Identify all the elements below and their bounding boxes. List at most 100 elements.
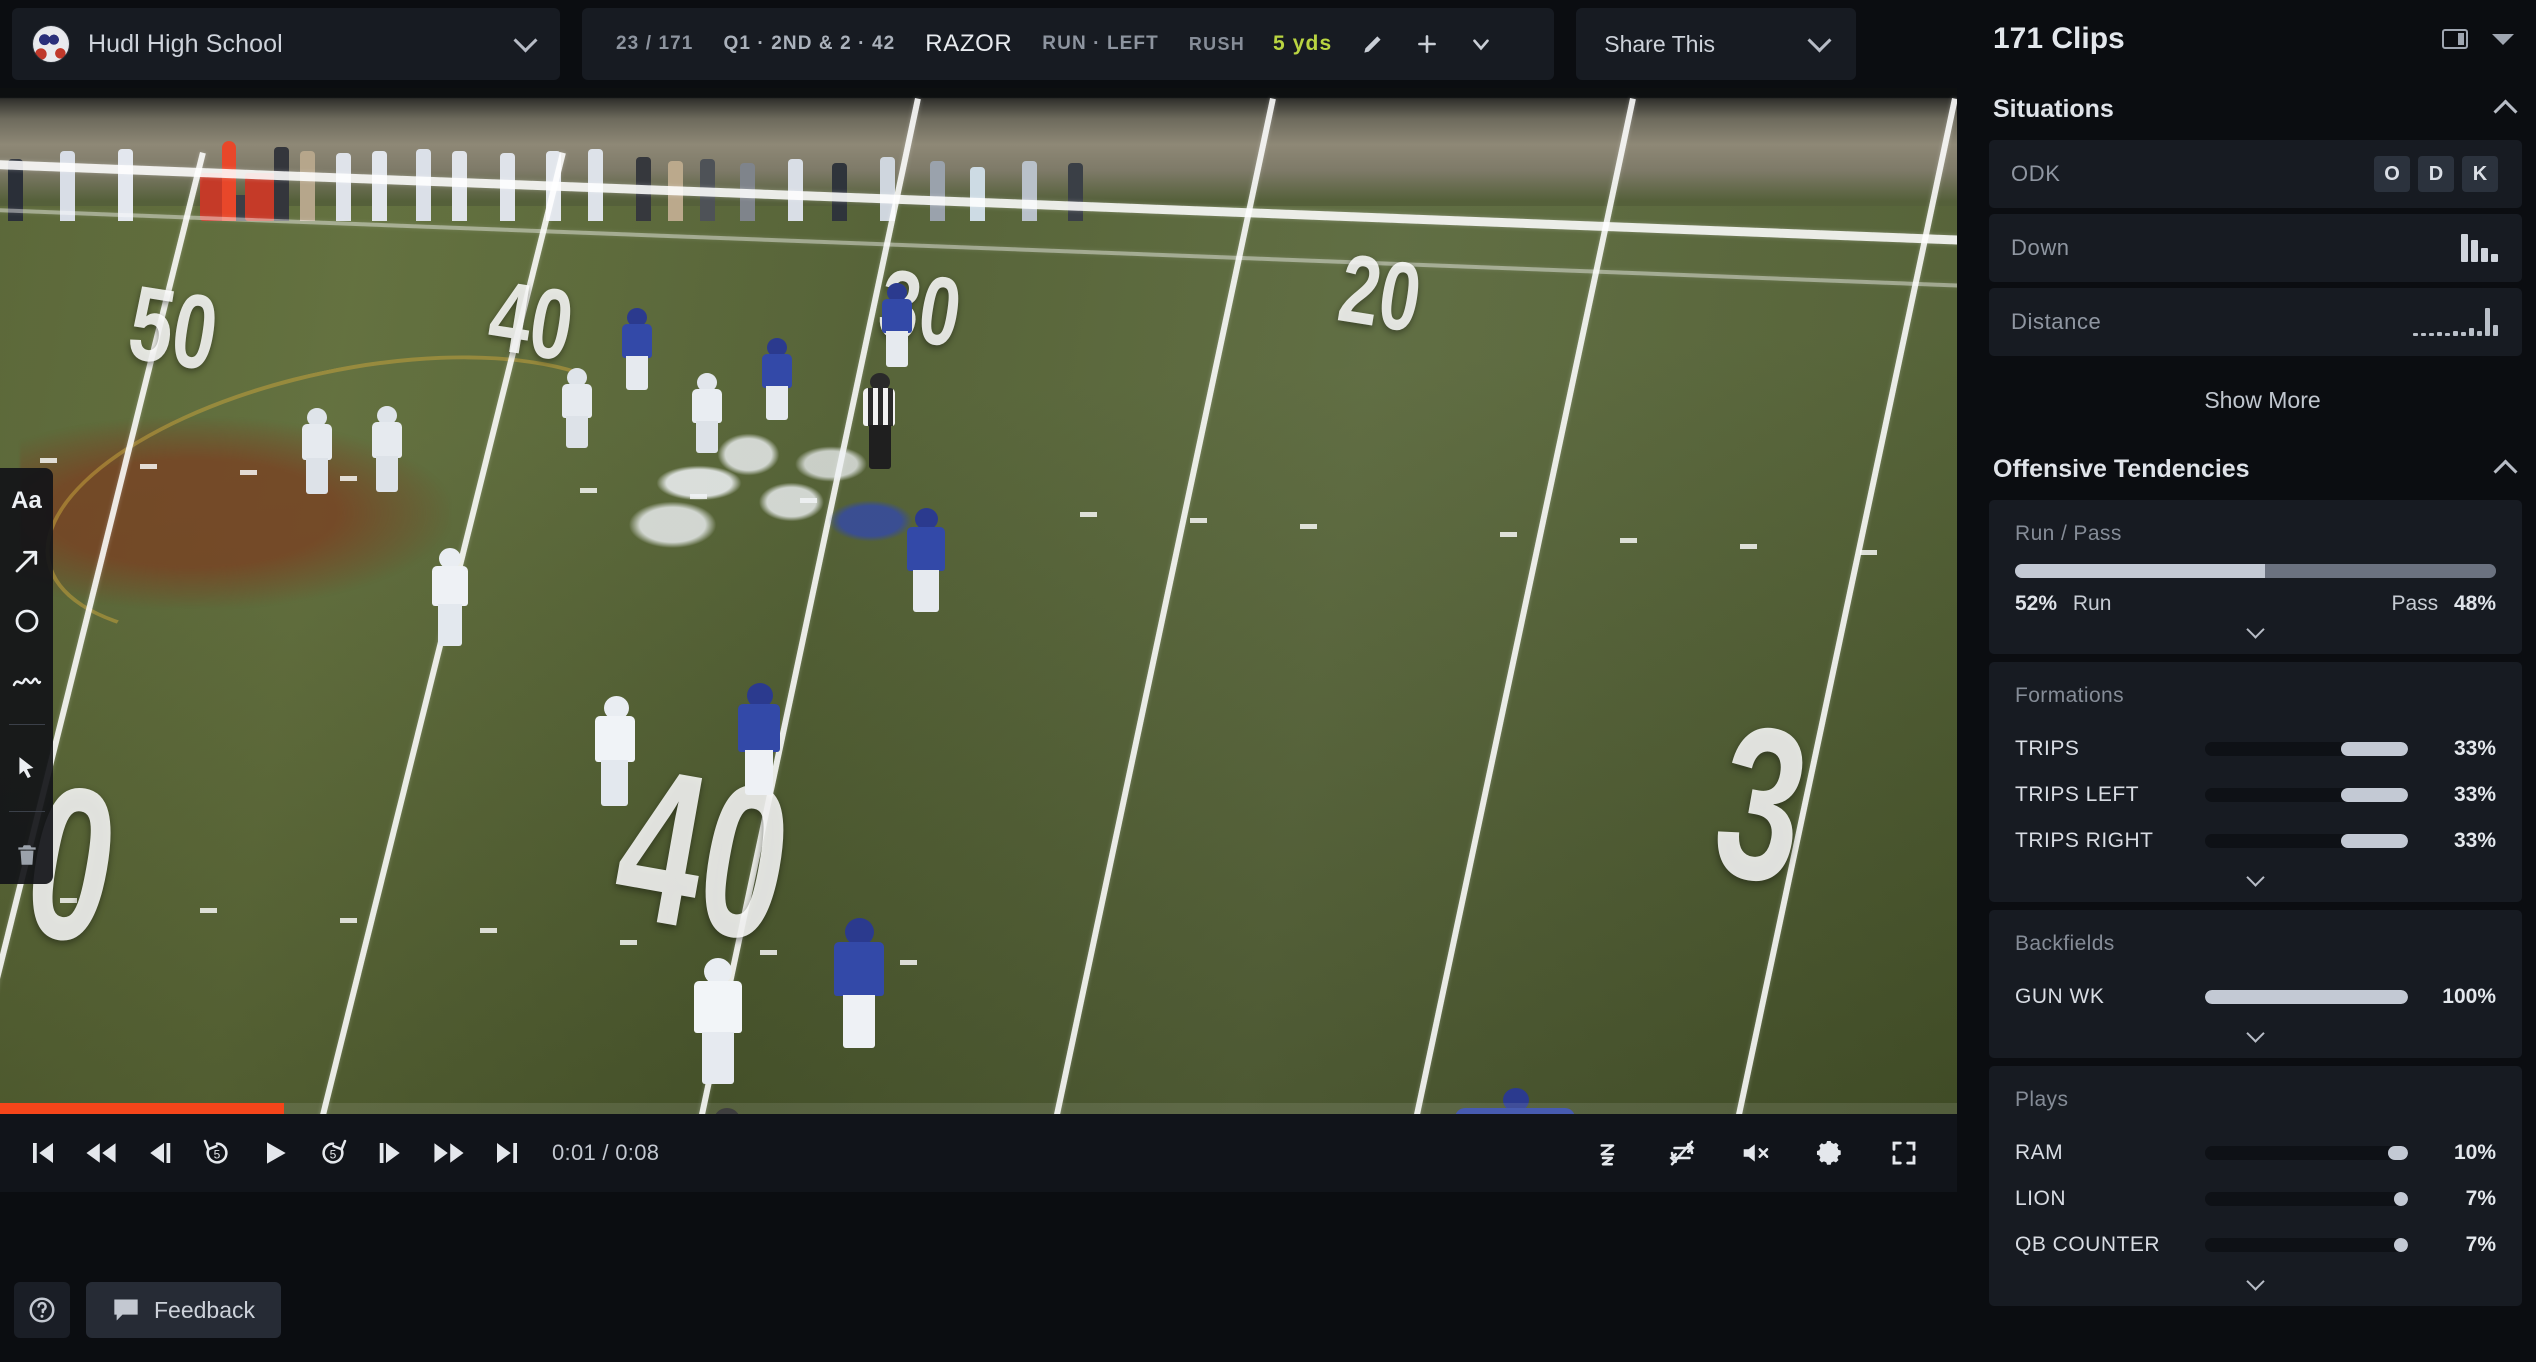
mini-bar: [2453, 331, 2458, 336]
replay-5-icon[interactable]: 5: [188, 1124, 246, 1182]
tendency-fill: [2341, 834, 2408, 848]
situation-row-down[interactable]: Down: [1989, 214, 2522, 282]
down-distribution-chart-icon: [2461, 234, 2498, 262]
rewind-icon[interactable]: [72, 1124, 130, 1182]
gear-icon[interactable]: [1801, 1124, 1859, 1182]
odk-option-k[interactable]: K: [2462, 156, 2498, 192]
mini-bar: [2437, 332, 2442, 336]
arrow-icon[interactable]: [10, 544, 44, 578]
trash-icon[interactable]: [10, 838, 44, 872]
tendency-row[interactable]: RAM 10%: [2015, 1130, 2496, 1176]
backfields-expand-button[interactable]: [2015, 1020, 2496, 1044]
backfields-title: Backfields: [2015, 932, 2115, 955]
tendency-track: [2205, 990, 2408, 1004]
share-this-button[interactable]: Share This: [1576, 8, 1857, 80]
yard-line: [1392, 98, 1636, 1192]
tendency-row[interactable]: GUN WK 100%: [2015, 974, 2496, 1020]
toolbar-divider: [8, 724, 45, 725]
forward-5-icon[interactable]: 5: [304, 1124, 362, 1182]
team-selector-content: Hudl High School: [32, 25, 283, 63]
offensive-tendencies-section-header[interactable]: Offensive Tendencies: [1989, 438, 2536, 500]
help-button[interactable]: [14, 1282, 70, 1338]
panel-layout-icon[interactable]: [2442, 29, 2468, 49]
player-figure: [735, 683, 783, 795]
text-Aa-icon[interactable]: Aa: [10, 484, 44, 518]
chevron-up-icon[interactable]: [2493, 99, 2518, 124]
team-name: Hudl High School: [88, 29, 283, 58]
video-controls-bar: 5 5 0:01 / 0:08: [0, 1114, 1957, 1192]
video-player-stage[interactable]: 50 40 30 20 0 40 3 Aa 5 5 0:01 / 0:08: [0, 88, 1957, 1192]
step-forward-icon[interactable]: [362, 1124, 420, 1182]
mini-bar: [2461, 332, 2466, 336]
player-figure: [690, 958, 746, 1084]
chevron-down-icon[interactable]: [1807, 28, 1832, 53]
feedback-button[interactable]: Feedback: [86, 1282, 282, 1338]
situations-section-header[interactable]: Situations: [1989, 78, 2536, 140]
tendency-row[interactable]: QB COUNTER 7%: [2015, 1222, 2496, 1268]
formations-block: Formations TRIPS 33% TRIPS LEFT 33% TRIPS RI…: [1989, 662, 2522, 902]
skip-to-end-icon[interactable]: [478, 1124, 536, 1182]
backfields-block: Backfields GUN WK 100%: [1989, 910, 2522, 1058]
tendency-percent: 10%: [2453, 1141, 2496, 1164]
yard-line: [1032, 98, 1276, 1192]
chevron-up-icon[interactable]: [2493, 459, 2518, 484]
clip-situation: Q1 · 2ND & 2 · 42: [723, 33, 896, 54]
tendency-track: [2205, 788, 2408, 802]
run-pass-block: Run / Pass 52% Run Pass 48%: [1989, 500, 2522, 654]
svg-text:5: 5: [214, 1147, 221, 1161]
situation-row-distance[interactable]: Distance: [1989, 288, 2522, 356]
backfields-rows: GUN WK 100%: [2015, 974, 2496, 1020]
loop-disabled-icon[interactable]: [1653, 1124, 1711, 1182]
plus-icon[interactable]: [1414, 31, 1440, 57]
field-yard-number: 20: [1332, 234, 1429, 354]
player-figure: [560, 368, 594, 448]
circle-icon[interactable]: [10, 604, 44, 638]
speed-z-icon[interactable]: [1579, 1124, 1637, 1182]
odk-option-d[interactable]: D: [2418, 156, 2454, 192]
formations-expand-button[interactable]: [2015, 864, 2496, 888]
video-controls-right: [1579, 1124, 1933, 1182]
plays-expand-button[interactable]: [2015, 1268, 2496, 1292]
toolbar-divider: [8, 811, 45, 812]
situations-title: Situations: [1993, 94, 2114, 123]
sidebar-header: 171 Clips: [1989, 0, 2536, 78]
chevron-down-icon[interactable]: [513, 28, 538, 53]
caret-down-filled-icon[interactable]: [2492, 33, 2514, 45]
tendency-track: [2205, 1238, 2408, 1252]
tendency-row[interactable]: TRIPS 33%: [2015, 726, 2496, 772]
run-pass-expand-button[interactable]: [2015, 616, 2496, 640]
odk-option-o[interactable]: O: [2374, 156, 2410, 192]
player-figure: [370, 406, 404, 492]
chevron-down-icon[interactable]: [1468, 31, 1494, 57]
scrimmage-cluster: [600, 388, 930, 578]
tendency-row[interactable]: LION 7%: [2015, 1176, 2496, 1222]
clip-index: 23 / 171: [616, 33, 694, 54]
pass-label: Pass: [2391, 592, 2439, 615]
fast-forward-icon[interactable]: [420, 1124, 478, 1182]
tendency-fill: [2393, 1238, 2408, 1252]
squiggle-icon[interactable]: [10, 664, 44, 698]
situation-row-odk[interactable]: ODK O D K: [1989, 140, 2522, 208]
pencil-icon[interactable]: [1360, 31, 1386, 57]
tendency-row[interactable]: TRIPS LEFT 33%: [2015, 772, 2496, 818]
step-back-icon[interactable]: [130, 1124, 188, 1182]
mini-bar: [2491, 254, 2498, 262]
video-progress-bar[interactable]: [0, 1103, 1957, 1114]
volume-muted-icon[interactable]: [1727, 1124, 1785, 1182]
fullscreen-icon[interactable]: [1875, 1124, 1933, 1182]
tendency-fill: [2341, 742, 2408, 756]
skip-to-start-icon[interactable]: [14, 1124, 72, 1182]
sidebar-header-actions: [2442, 29, 2514, 49]
chevron-down-icon: [2246, 1024, 2265, 1043]
run-pass-title: Run / Pass: [2015, 522, 2122, 545]
play-icon[interactable]: [246, 1124, 304, 1182]
tendency-row[interactable]: TRIPS RIGHT 33%: [2015, 818, 2496, 864]
mini-bar: [2493, 325, 2498, 336]
chevron-down-icon: [2246, 868, 2265, 887]
team-selector[interactable]: Hudl High School: [12, 8, 560, 80]
tendency-name: RAM: [2015, 1141, 2064, 1164]
show-more-button[interactable]: Show More: [1989, 362, 2536, 438]
chevron-down-icon: [2246, 620, 2265, 639]
tendency-fill: [2341, 788, 2408, 802]
cursor-icon[interactable]: [10, 751, 44, 785]
